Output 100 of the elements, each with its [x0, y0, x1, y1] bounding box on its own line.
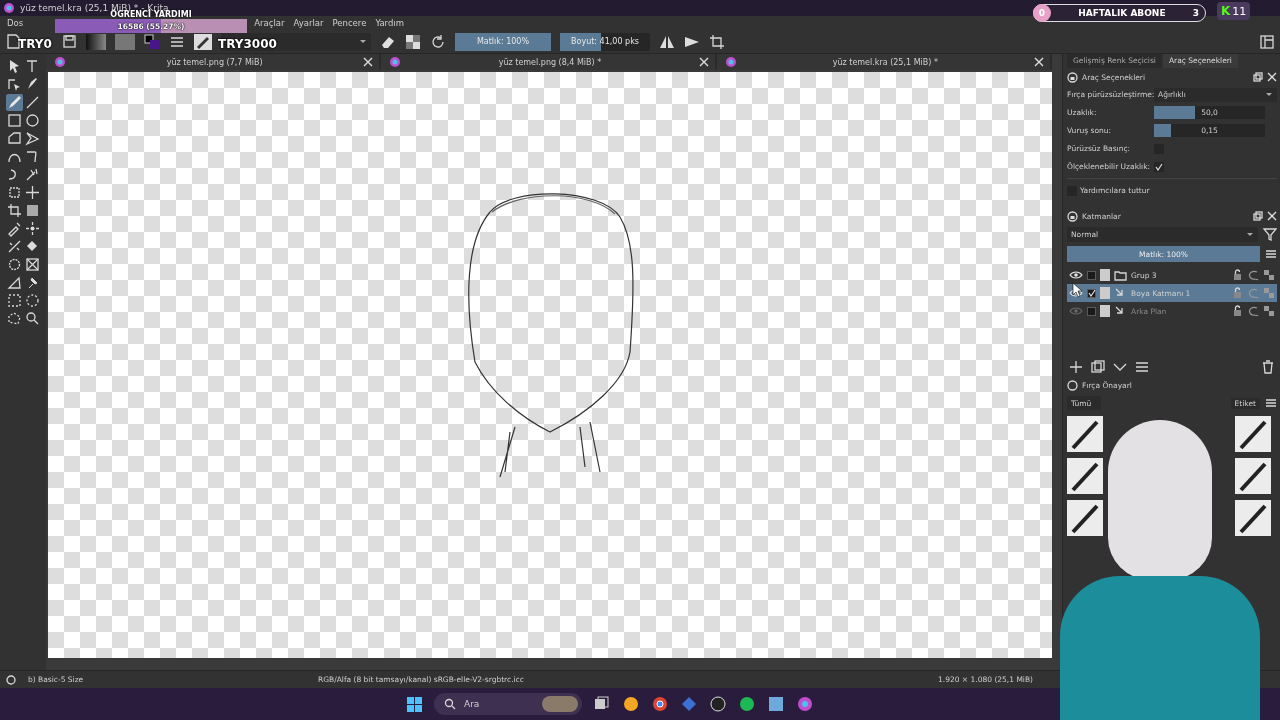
save-icon[interactable] [62, 34, 77, 49]
brush-stroke-icon[interactable] [1067, 416, 1103, 452]
diamond-app-icon[interactable] [680, 695, 698, 713]
color-swatches-icon[interactable] [144, 33, 160, 50]
subscriber-target: 3 [1192, 8, 1199, 18]
folder-icon [1114, 269, 1127, 281]
colorize-mask-icon[interactable] [6, 256, 23, 273]
lock-icon [1232, 269, 1243, 281]
checker-icon [1263, 269, 1275, 281]
subscriber-goal-label: HAFTALIK ABONE [1077, 8, 1167, 18]
menu-icon[interactable] [1265, 248, 1277, 260]
menu-item[interactable]: Ayarlar [293, 18, 324, 28]
ellipse-icon[interactable] [24, 112, 41, 129]
chat-bubble-icon[interactable] [622, 695, 640, 713]
close-icon[interactable] [1034, 57, 1044, 67]
menu-icon[interactable] [1265, 397, 1277, 409]
move-icon[interactable] [24, 184, 41, 201]
opacity-slider[interactable]: Matlık: 100% [455, 32, 551, 51]
gradient-swatch[interactable] [86, 33, 106, 50]
transform-icon[interactable] [6, 184, 23, 201]
brush-stroke-icon[interactable] [1235, 416, 1271, 452]
brush-stroke-icon[interactable] [1067, 500, 1103, 536]
polyline-icon[interactable] [24, 130, 41, 147]
brush-stroke-icon[interactable] [1235, 458, 1271, 494]
crop-tool-icon[interactable] [6, 202, 23, 219]
alpha-icon [1247, 269, 1259, 281]
goal-title: ÖGRENCİ YARDIMI [110, 10, 192, 19]
music-app-icon[interactable] [738, 695, 756, 713]
checker-icon [1263, 287, 1275, 299]
crop-icon[interactable] [709, 33, 725, 50]
brush-outline-icon [6, 674, 16, 685]
close-icon[interactable] [1267, 72, 1277, 82]
layer-thumbnail [1100, 269, 1110, 281]
document-tab[interactable]: yüz temel.png (8,4 MiB) * [381, 54, 717, 70]
trash-icon[interactable] [1261, 360, 1275, 374]
alpha-lock-icon[interactable] [405, 33, 421, 50]
brush-icon[interactable] [6, 94, 23, 111]
krita-app-icon[interactable] [796, 695, 814, 713]
line-icon[interactable] [24, 94, 41, 111]
eyedropper-icon[interactable] [6, 220, 23, 237]
krita-logo-icon [54, 56, 66, 68]
ellipse-selection-icon[interactable] [24, 292, 41, 309]
document-tab[interactable]: yüz temel.kra (25,1 MiB) * [716, 54, 1052, 70]
sliders-icon[interactable] [1135, 360, 1149, 374]
search-icon [444, 698, 456, 710]
reload-icon[interactable] [430, 33, 446, 50]
add-icon[interactable] [1069, 360, 1083, 374]
duplicate-icon[interactable] [1091, 360, 1105, 374]
lock-circle-icon[interactable] [1067, 71, 1078, 83]
measure-icon[interactable] [6, 274, 23, 291]
close-icon[interactable] [363, 57, 374, 67]
multibrush-icon[interactable] [24, 166, 41, 183]
lock-icon [1232, 287, 1243, 299]
menu-item[interactable]: Dos [7, 18, 24, 28]
krita-logo-icon [389, 56, 402, 68]
float-icon[interactable] [1253, 72, 1263, 82]
smart-patch-icon[interactable] [24, 220, 41, 237]
brush-preset-icon[interactable] [194, 33, 212, 50]
polygon-icon[interactable] [6, 130, 23, 147]
dock-layout-icon[interactable] [1260, 34, 1274, 49]
badge-count: 11 [1232, 4, 1247, 18]
layer-thumbnail [1100, 287, 1110, 299]
windows-logo-icon[interactable] [406, 695, 423, 713]
browser-icon[interactable] [651, 695, 669, 713]
menu-item[interactable]: Yardım [375, 18, 404, 28]
subscriber-count: 0 [1033, 4, 1051, 22]
layer-checkbox[interactable] [1087, 306, 1096, 316]
badge-letter: K [1221, 4, 1231, 18]
pattern-swatch[interactable] [115, 33, 135, 50]
size-slider[interactable]: Boyut: 41,00 pks [560, 32, 650, 51]
lock-circle-icon[interactable] [1067, 379, 1078, 391]
filter-icon[interactable] [1263, 227, 1277, 241]
menu-item[interactable]: Pencere [332, 18, 367, 28]
perspective-grid-icon[interactable] [24, 256, 41, 273]
close-icon[interactable] [1267, 211, 1277, 221]
layer-checkbox[interactable] [1087, 288, 1096, 298]
mouse-cursor-icon [1072, 282, 1083, 298]
counter-label: TRY3000 [218, 37, 277, 51]
checker-icon [1263, 305, 1275, 317]
lock-icon [1232, 305, 1243, 317]
lock-circle-icon[interactable] [1067, 210, 1078, 222]
krita-logo-icon [724, 56, 737, 68]
brush-stroke-icon[interactable] [1235, 500, 1271, 536]
close-icon[interactable] [698, 57, 709, 67]
menu-item[interactable]: Araçlar [254, 18, 285, 28]
taskbar-search-field[interactable]: Ara [434, 693, 582, 715]
layer-checkbox[interactable] [1087, 270, 1096, 280]
counter-label: TRY0 [18, 37, 52, 51]
polygon-selection-icon[interactable] [6, 310, 23, 327]
rectangle-icon[interactable] [6, 112, 23, 129]
dropdown-arrow-icon [1246, 230, 1254, 238]
rectangle-selection-icon[interactable] [6, 292, 23, 309]
assistant-tool-icon[interactable] [6, 238, 23, 255]
brush-stroke-icon[interactable] [1067, 458, 1103, 494]
checkbox[interactable] [1154, 161, 1164, 172]
zoom-icon[interactable] [24, 310, 41, 327]
layer-thumbnail [1100, 305, 1110, 317]
document-tab[interactable]: yüz temel.png (7,7 MiB) [46, 54, 382, 70]
dropdown-arrow-icon [359, 38, 367, 45]
float-icon[interactable] [1253, 211, 1263, 221]
